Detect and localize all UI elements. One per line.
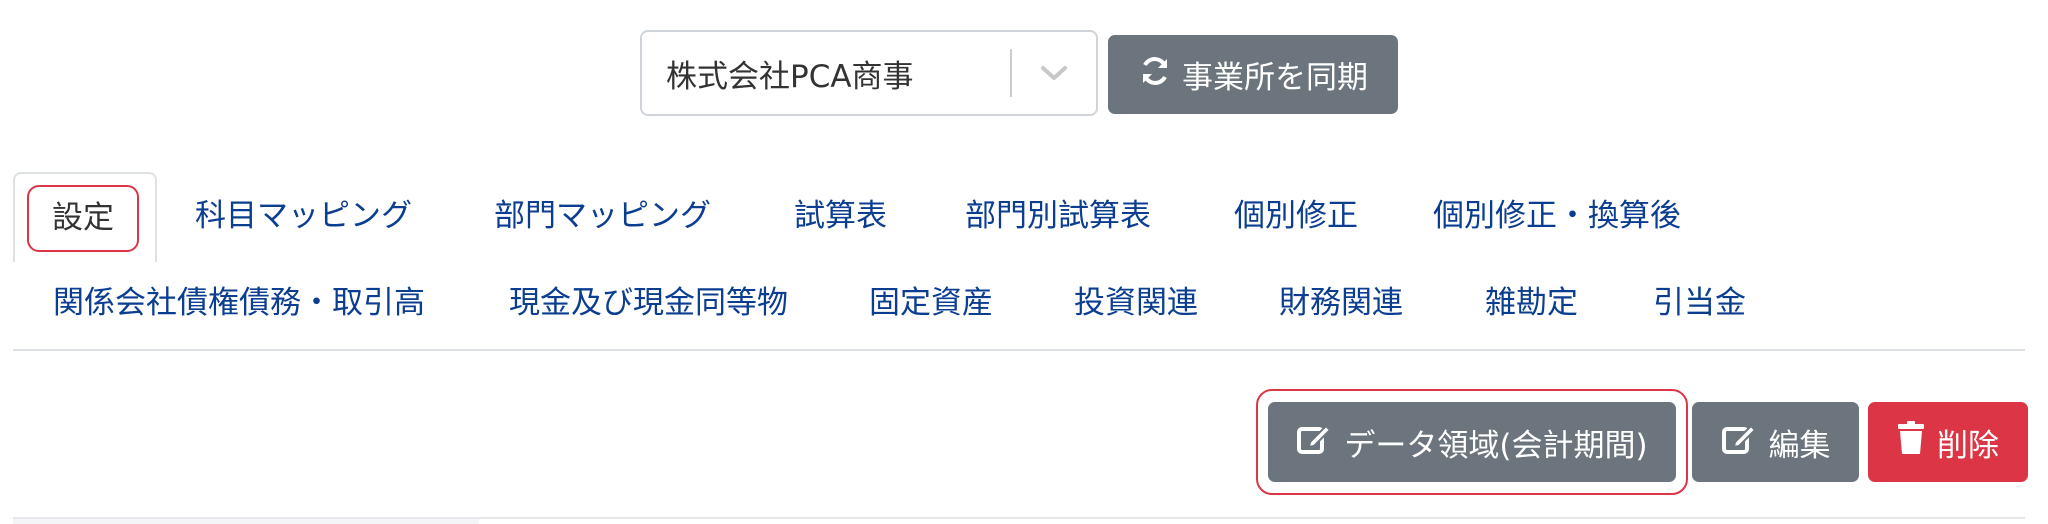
sync-icon [1138, 54, 1172, 96]
chevron-down-icon[interactable] [1012, 63, 1096, 83]
tab-department-trial-balance[interactable]: 部門別試算表 [965, 186, 1151, 246]
tab-miscellaneous[interactable]: 雑勘定 [1485, 273, 1578, 333]
tab-affiliate-receivables[interactable]: 関係会社債権債務・取引高 [53, 273, 425, 333]
delete-label: 削除 [1937, 427, 1999, 464]
data-area-button[interactable]: データ領域(会計期間) [1268, 402, 1676, 482]
tab-trial-balance[interactable]: 試算表 [794, 186, 887, 246]
edit-button[interactable]: 編集 [1692, 402, 1859, 482]
trash-icon [1897, 421, 1925, 463]
data-area-label: データ領域(会計期間) [1344, 427, 1648, 464]
company-select-value: 株式会社PCA商事 [666, 58, 914, 95]
edit-label: 編集 [1768, 427, 1831, 464]
tab-individual-adjustment-converted[interactable]: 個別修正・換算後 [1433, 186, 1681, 246]
delete-button[interactable]: 削除 [1868, 402, 2028, 482]
tab-settings-label: 設定 [27, 185, 139, 252]
tab-finance[interactable]: 財務関連 [1279, 273, 1403, 333]
settings-tabs: 設定 科目マッピング 部門マッピング 試算表 部門別試算表 個別修正 個別修正・… [13, 172, 2025, 351]
tab-individual-adjustment[interactable]: 個別修正 [1234, 186, 1358, 246]
content-panel-top [13, 519, 479, 524]
company-select[interactable]: 株式会社PCA商事 [640, 30, 1098, 116]
edit-icon [1296, 421, 1332, 463]
edit-icon [1721, 421, 1757, 463]
tab-department-mapping[interactable]: 部門マッピング [494, 186, 711, 246]
tab-allowances[interactable]: 引当金 [1653, 273, 1746, 333]
company-toolbar: 株式会社PCA商事 事業所を同期 [640, 30, 1398, 120]
sync-offices-label: 事業所を同期 [1182, 60, 1368, 96]
tab-fixed-assets[interactable]: 固定資産 [869, 273, 993, 333]
tab-account-mapping[interactable]: 科目マッピング [195, 186, 412, 246]
sync-offices-button[interactable]: 事業所を同期 [1108, 35, 1398, 114]
tab-cash-equivalents[interactable]: 現金及び現金同等物 [509, 273, 788, 333]
tab-investments[interactable]: 投資関連 [1074, 273, 1198, 333]
tab-settings[interactable]: 設定 [13, 172, 157, 262]
